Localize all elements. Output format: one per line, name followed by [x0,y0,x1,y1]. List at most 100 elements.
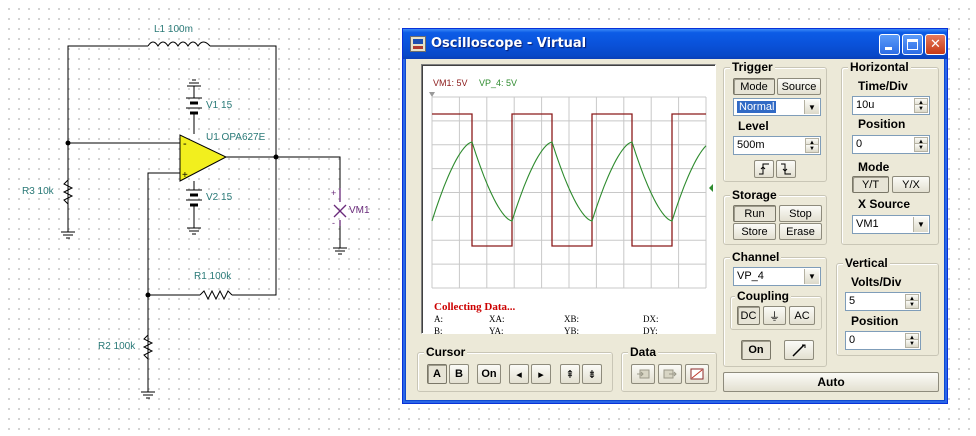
horizontal-position-value: 0 [856,138,863,150]
readout-ya: YA: [489,326,504,336]
move-down-icon: ⇟ [587,368,597,381]
svg-text:+: + [182,170,188,181]
channel-group-title: Channel [730,250,782,264]
mode-yt-button[interactable]: Y/T [852,176,889,193]
probe-color-button[interactable] [784,340,814,360]
probe-icon [792,344,806,357]
cursor-group-title: Cursor [424,345,468,359]
scope-trace-area [429,92,713,289]
coupling-dc-button[interactable]: DC [737,306,760,325]
spin-down-icon[interactable]: ▼ [914,143,928,152]
volts-div-value: 5 [849,295,856,307]
rising-edge-icon [759,163,769,175]
trigger-marker-icon [429,92,435,97]
r1-label: R1 100k [194,271,232,282]
close-button[interactable]: ✕ [925,34,946,55]
coupling-group: Coupling DC ⏚ AC [730,289,822,330]
resistor-r1 [199,289,233,301]
ground-icon: ⏚ [769,310,780,323]
cursor-on-button[interactable]: On [477,364,501,384]
falling-edge-icon [781,163,791,175]
time-div-label: Time/Div [858,79,908,93]
horizontal-position-input[interactable]: 0 ▲ ▼ [852,135,930,154]
trigger-level-value: 500m [737,139,765,151]
trigger-level-label: Level [738,119,769,133]
maximize-button[interactable] [902,34,923,55]
data-group: Data [621,345,717,392]
oscilloscope-window: Oscilloscope - Virtual ✕ VM1: 5V VP_4: 5… [402,28,948,404]
minimize-button[interactable] [879,34,900,55]
channel-value: VP_4 [737,270,764,282]
save-data-button[interactable] [658,364,682,384]
cursor-down-button[interactable]: ⇟ [582,364,602,384]
horizontal-mode-label: Mode [858,160,890,174]
volts-div-input[interactable]: 5 ▲ ▼ [845,292,921,311]
cursor-up-button[interactable]: ⇞ [560,364,580,384]
stop-button[interactable]: Stop [779,205,822,222]
spin-down-icon[interactable]: ▼ [905,300,919,309]
window-titlebar[interactable]: Oscilloscope - Virtual ✕ [403,29,947,59]
data-group-title: Data [628,345,659,359]
v2-label: V2 15 [206,192,233,203]
readout-xb: XB: [564,314,580,324]
horizontal-group-title: Horizontal [848,60,911,74]
storage-group: Storage Run Stop Store Erase [723,188,827,245]
cursor-a-button[interactable]: A [427,364,447,384]
volts-div-label: Volts/Div [851,275,902,289]
wire-r1-right [232,157,277,296]
graph-icon [690,368,704,380]
coupling-ground-button[interactable]: ⏚ [763,306,786,325]
time-div-input[interactable]: 10u ▲ ▼ [852,96,930,115]
vertical-position-input[interactable]: 0 ▲ ▼ [845,331,921,350]
channel-on-button[interactable]: On [741,340,771,360]
maximize-icon [907,39,918,50]
vertical-group-title: Vertical [843,256,890,270]
trigger-mode-select[interactable]: Normal ▼ [733,98,821,116]
arrow-left-icon: ◂ [516,368,522,381]
store-button[interactable]: Store [733,223,776,240]
cursor-left-button[interactable]: ◂ [509,364,529,384]
spin-down-icon[interactable]: ▼ [905,339,919,348]
svg-text:-: - [183,138,187,150]
trigger-rising-edge-button[interactable] [754,160,774,178]
probe-minus-sign: - [332,218,335,228]
export-data-button[interactable] [631,364,655,384]
chevron-down-icon: ▼ [804,269,819,284]
opamp-label: U1 OPA627E [206,132,266,143]
x-source-select[interactable]: VM1 ▼ [852,215,930,234]
readout-a: A: [434,314,443,324]
spin-down-icon[interactable]: ▼ [914,104,928,113]
coupling-ac-button[interactable]: AC [789,306,815,325]
inductor-l1 [147,41,211,47]
graph-button[interactable] [685,364,709,384]
auto-button[interactable]: Auto [723,372,939,392]
move-up-icon: ⇞ [565,368,575,381]
arrow-right-icon: ▸ [538,368,544,381]
trigger-mode-button[interactable]: Mode [733,78,775,95]
erase-button[interactable]: Erase [779,223,822,240]
channel-select[interactable]: VP_4 ▼ [733,267,821,286]
vertical-group: Vertical Volts/Div 5 ▲ ▼ Position 0 ▲ ▼ [836,256,939,356]
trigger-source-button[interactable]: Source [777,78,821,95]
wire-l1-left [67,45,148,200]
trigger-level-input[interactable]: 500m ▲ ▼ [733,136,821,155]
channel-b-marker-icon [709,184,713,192]
readout-dx: DX: [643,314,659,324]
storage-group-title: Storage [730,188,779,202]
trigger-falling-edge-button[interactable] [776,160,796,178]
readout-dy: DY: [643,326,658,336]
scope-screen: VM1: 5V VP_4: 5V Collecting Data... A: B… [421,64,716,336]
cursor-b-button[interactable]: B [449,364,469,384]
readout-yb: YB: [564,326,580,336]
spin-down-icon[interactable]: ▼ [805,144,819,153]
r3-label: R3 10k [22,186,54,197]
wire-output [226,156,341,188]
r2-label: R2 100k [98,341,136,352]
run-button[interactable]: Run [733,205,776,222]
import-icon [637,369,650,379]
coupling-group-title: Coupling [735,289,791,303]
minimize-icon [885,47,892,50]
mode-yx-button[interactable]: Y/X [892,176,930,193]
window-title: Oscilloscope - Virtual [431,36,587,51]
cursor-right-button[interactable]: ▸ [531,364,551,384]
